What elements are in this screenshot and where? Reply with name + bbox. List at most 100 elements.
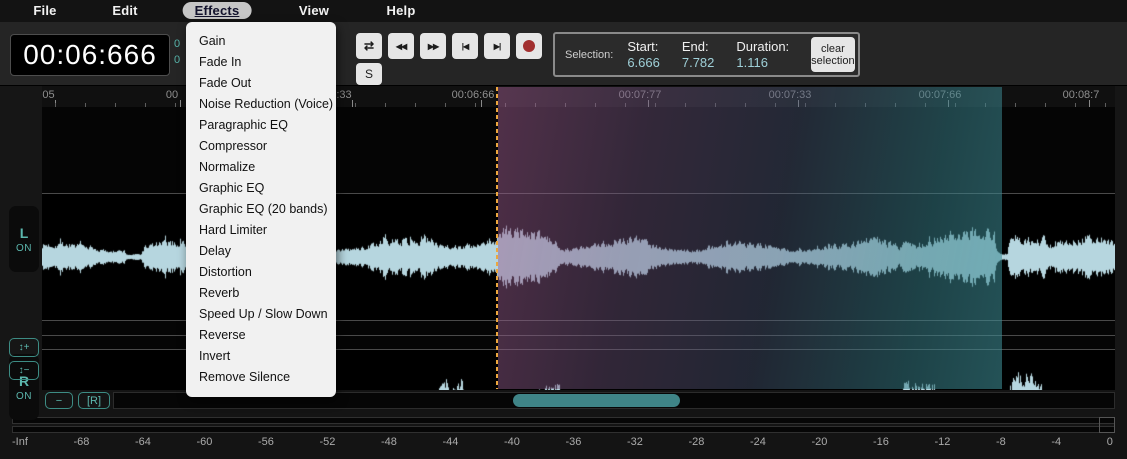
selection-start-label: Start: [627,39,659,54]
menu-item-help[interactable]: Help [387,3,416,18]
db-label: 0 [1106,436,1113,448]
effects-menu-item-reverse[interactable]: Reverse [186,325,336,346]
timeline-major-tick [481,100,482,107]
timeline-minor-tick [355,103,356,107]
selection-start: Start: 6.666 [627,39,660,70]
effects-menu-item-gain[interactable]: Gain [186,31,336,52]
db-label: -44 [442,436,459,448]
bottom-bar: + − [R] -Inf-68-64-60-56-52-48-44-40-36-… [0,390,1127,459]
db-label: -16 [873,436,889,448]
effects-menu-item-fade-out[interactable]: Fade Out [186,73,336,94]
effects-menu-item-invert[interactable]: Invert [186,346,336,367]
selection-start-value: 6.666 [627,55,660,70]
timeline-minor-tick [145,103,146,107]
mini-readout-line1: 0 [174,38,181,50]
selection-end-label: End: [681,39,709,54]
db-label: -12 [934,436,951,448]
fast-forward-icon: ▶▶ [427,41,439,51]
effects-menu-item-hard-limiter[interactable]: Hard Limiter [186,220,336,241]
selection-end: End: 7.782 [682,39,715,70]
selection-duration: Duration: 1.116 [736,39,789,70]
rewind-button[interactable]: ◀◀ [388,33,414,59]
record-button[interactable] [516,33,542,59]
db-label: -32 [627,436,643,448]
left-channel-label: L [19,224,29,241]
left-channel-state: ON [16,242,32,254]
effects-menu-item-noise-reduction-voice[interactable]: Noise Reduction (Voice) [186,94,336,115]
menu-item-effects[interactable]: Effects [182,2,252,19]
timeline-label: 00:08:7 [1062,89,1100,101]
menu-item-edit[interactable]: Edit [112,3,137,18]
toolbar: 00:06:666 0 0 ⇄ ◀◀ ▶▶ |◀ ▶| S Selection:… [0,22,1127,86]
effects-menu-item-reverb[interactable]: Reverb [186,283,336,304]
skip-to-start-icon: |◀ [461,41,469,51]
db-label: -56 [258,436,274,448]
selection-end-value: 7.782 [681,55,715,70]
effects-dropdown-menu: Gain Fade In Fade Out Noise Reduction (Voic… [186,22,336,397]
db-label: -28 [688,436,705,448]
menu-item-view[interactable]: View [299,3,329,18]
amplify-decrease-button[interactable]: ↕− [9,361,39,380]
menu-bar: File Edit Effects View Help [0,0,1127,22]
snap-button[interactable]: S [356,63,382,85]
db-label: -64 [135,436,151,448]
db-label: -48 [381,436,397,448]
effects-menu-item-fade-in[interactable]: Fade In [186,52,336,73]
rewind-icon: ◀◀ [395,41,407,51]
waveform-area: :0500:3300:06:6600:07:7700:07:3300:07:66… [0,86,1127,459]
db-label: -52 [319,436,336,448]
db-label: -8 [996,436,1006,448]
effects-menu-item-normalize[interactable]: Normalize [186,157,336,178]
db-label: -4 [1051,436,1062,448]
db-label: -20 [811,436,828,448]
selection-panel: Selection: Start: 6.666 End: 7.782 Durat… [553,32,860,77]
fast-forward-button[interactable]: ▶▶ [420,33,446,59]
clear-selection-button-label-2: selection [811,54,855,67]
effects-menu-item-speed-up-slow-down[interactable]: Speed Up / Slow Down [186,304,336,325]
timeline-minor-tick [1105,103,1106,107]
timeline-major-tick [1089,100,1090,107]
selection-region[interactable] [498,87,1002,389]
loop-icon: ⇄ [363,39,375,53]
effects-menu-item-remove-silence[interactable]: Remove Silence [186,367,336,388]
selection-duration-value: 1.116 [736,55,768,70]
timeline-label: 00 [165,89,179,101]
zoom-out-button[interactable]: − [45,392,73,409]
waveform-scrollbar-thumb[interactable] [513,394,680,407]
effects-menu-item-graphic-eq[interactable]: Graphic EQ [186,178,336,199]
effects-menu-item-graphic-eq-20-bands[interactable]: Graphic EQ (20 bands) [186,199,336,220]
meter-end-cap [1099,417,1115,433]
timeline-minor-tick [415,103,416,107]
effects-menu-item-distortion[interactable]: Distortion [186,262,336,283]
menu-item-file[interactable]: File [33,3,56,18]
timeline-minor-tick [85,103,86,107]
amplify-increase-button[interactable]: ↕+ [9,338,39,357]
timeline-major-tick [180,100,181,107]
timeline-minor-tick [445,103,446,107]
playhead-line[interactable] [496,87,498,389]
skip-to-start-button[interactable]: |◀ [452,33,478,59]
loop-button[interactable]: ⇄ [356,33,382,59]
db-label: -40 [504,436,520,448]
timeline-minor-tick [55,103,56,107]
skip-to-end-button[interactable]: ▶| [484,33,510,59]
timeline-minor-tick [1045,103,1046,107]
clear-selection-button[interactable]: clear selection [811,37,855,72]
timeline-minor-tick [115,103,116,107]
timeline-major-tick [352,100,353,107]
right-channel-state: ON [16,390,32,402]
effects-menu-item-compressor[interactable]: Compressor [186,136,336,157]
transport-controls: ⇄ ◀◀ ▶▶ |◀ ▶| [356,33,542,59]
left-channel-toggle[interactable]: L ON [9,206,39,272]
timeline-label: 00:06:66 [451,89,495,101]
level-meter-right [12,426,1115,433]
effects-menu-item-paragraphic-eq[interactable]: Paragraphic EQ [186,115,336,136]
mini-readout-line2: 0 [174,54,181,66]
db-label: -68 [73,436,90,448]
record-icon [523,40,535,52]
skip-to-end-icon: ▶| [493,41,501,51]
db-label: -36 [565,436,582,448]
effects-menu-item-delay[interactable]: Delay [186,241,336,262]
db-label: -24 [750,436,766,448]
reset-zoom-button[interactable]: [R] [78,392,110,409]
